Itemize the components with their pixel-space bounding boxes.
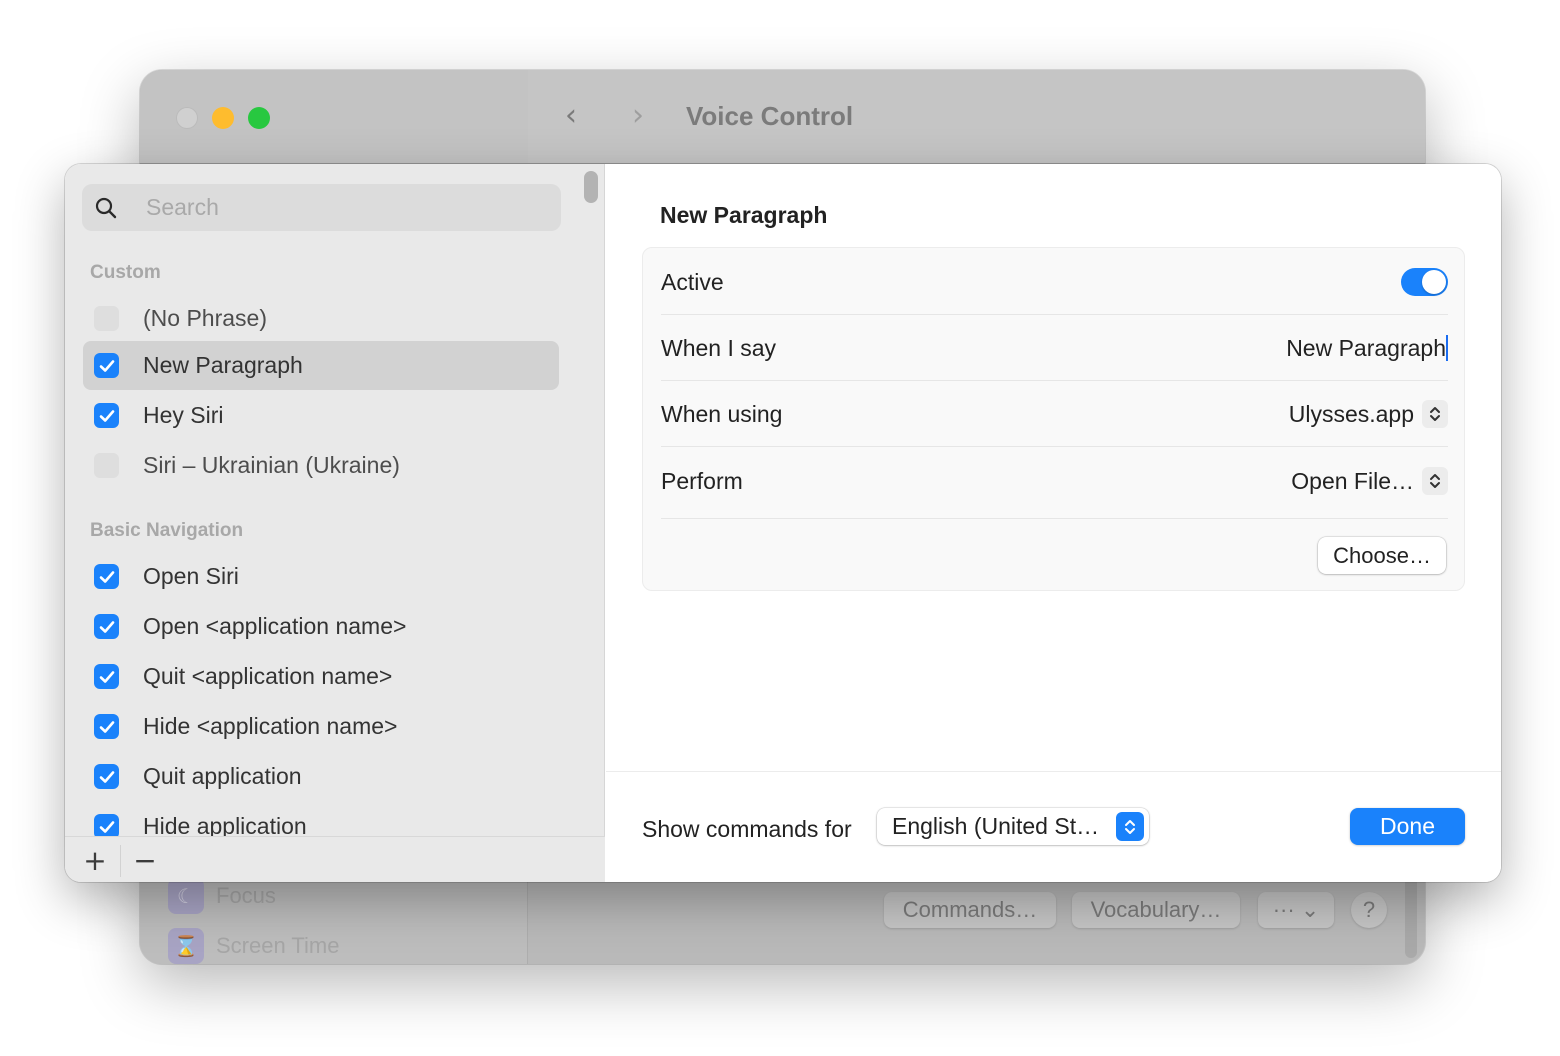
- add-command-button[interactable]: +: [75, 843, 115, 877]
- checkmark-icon: [99, 720, 114, 733]
- list-item[interactable]: Quit <application name>: [83, 652, 559, 701]
- checkbox-unchecked[interactable]: [94, 453, 119, 478]
- when-i-say-field[interactable]: New Paragraph: [1286, 335, 1448, 362]
- up-down-chevron-icon: [1422, 467, 1448, 495]
- checkbox-checked[interactable]: [94, 353, 119, 378]
- active-row: Active: [661, 266, 1448, 298]
- when-using-popup[interactable]: Ulysses.app: [1289, 400, 1448, 428]
- search-input[interactable]: [146, 184, 546, 231]
- window-title: Voice Control: [686, 101, 854, 131]
- list-item[interactable]: Open <application name>: [83, 602, 559, 651]
- checkbox-checked[interactable]: [94, 814, 119, 836]
- commands-list: Custom (No Phrase) New Paragraph Hey Sir…: [65, 248, 605, 836]
- commands-sheet: Custom (No Phrase) New Paragraph Hey Sir…: [65, 164, 1501, 882]
- search-icon: [95, 197, 117, 219]
- list-item[interactable]: Open Siri: [83, 552, 559, 601]
- when-i-say-value[interactable]: New Paragraph: [1286, 335, 1446, 362]
- list-item[interactable]: Hey Siri: [83, 391, 559, 440]
- search-field[interactable]: [82, 184, 561, 231]
- help-button[interactable]: ?: [1351, 892, 1387, 928]
- divider: [661, 314, 1448, 315]
- remove-command-button[interactable]: −: [125, 843, 165, 877]
- when-using-row: When using Ulysses.app: [661, 398, 1448, 430]
- checkbox-checked[interactable]: [94, 403, 119, 428]
- sheet-footer: Show commands for English (United St… Do…: [606, 771, 1501, 882]
- active-toggle[interactable]: [1401, 268, 1448, 296]
- checkmark-icon: [99, 770, 114, 783]
- checkbox-checked[interactable]: [94, 564, 119, 589]
- zoom-button[interactable]: [248, 107, 270, 129]
- checkmark-icon: [99, 359, 114, 372]
- checkmark-icon: [99, 820, 114, 833]
- commands-list-pane: Custom (No Phrase) New Paragraph Hey Sir…: [65, 164, 605, 882]
- up-down-chevron-icon: [1422, 400, 1448, 428]
- show-commands-label: Show commands for: [642, 816, 852, 842]
- moon-icon: ☾: [168, 878, 204, 914]
- vocabulary-button[interactable]: Vocabulary…: [1072, 892, 1240, 928]
- back-chevron-icon[interactable]: ‹: [565, 98, 577, 133]
- sidebar-item-focus[interactable]: ☾ Focus: [168, 876, 276, 916]
- checkbox-checked[interactable]: [94, 614, 119, 639]
- checkbox-unchecked[interactable]: [94, 306, 119, 331]
- list-item-selected[interactable]: New Paragraph: [83, 341, 559, 390]
- close-button[interactable]: [176, 107, 198, 129]
- list-item[interactable]: Hide <application name>: [83, 702, 559, 751]
- checkmark-icon: [99, 570, 114, 583]
- section-header-custom: Custom: [90, 262, 161, 283]
- window-titlebar: [528, 70, 1425, 164]
- more-options-button[interactable]: ··· ⌄: [1258, 892, 1334, 928]
- checkmark-icon: [99, 620, 114, 633]
- checkmark-icon: [99, 409, 114, 422]
- forward-chevron-icon[interactable]: ›: [632, 98, 644, 133]
- list-item[interactable]: Siri – Ukrainian (Ukraine): [83, 441, 559, 490]
- minimize-button[interactable]: [212, 107, 234, 129]
- command-settings-card: Active When I say New Paragraph When usi…: [642, 247, 1465, 591]
- command-detail-pane: New Paragraph Active When I say New Para…: [606, 164, 1501, 882]
- perform-row: Perform Open File…: [661, 465, 1448, 497]
- detail-title: New Paragraph: [660, 202, 828, 228]
- up-down-chevron-icon: [1116, 812, 1144, 841]
- when-i-say-row: When I say New Paragraph: [661, 334, 1448, 362]
- divider: [661, 518, 1448, 519]
- list-item[interactable]: Hide application: [83, 802, 559, 836]
- section-header-basic-navigation: Basic Navigation: [90, 520, 244, 541]
- checkbox-checked[interactable]: [94, 714, 119, 739]
- list-scrollbar[interactable]: [584, 171, 598, 203]
- list-item[interactable]: (No Phrase): [83, 294, 559, 343]
- list-item[interactable]: Quit application: [83, 752, 559, 801]
- perform-popup[interactable]: Open File…: [1291, 467, 1448, 495]
- hourglass-icon: ⌛: [168, 928, 204, 964]
- checkbox-checked[interactable]: [94, 764, 119, 789]
- text-caret: [1446, 335, 1448, 361]
- divider: [120, 845, 121, 877]
- done-button[interactable]: Done: [1350, 808, 1465, 845]
- commands-button[interactable]: Commands…: [884, 892, 1056, 928]
- toggle-knob: [1422, 270, 1446, 294]
- divider: [661, 380, 1448, 381]
- choose-button[interactable]: Choose…: [1318, 537, 1446, 574]
- checkmark-icon: [99, 670, 114, 683]
- list-footer: + −: [65, 836, 605, 882]
- divider: [661, 446, 1448, 447]
- checkbox-checked[interactable]: [94, 664, 119, 689]
- language-popup[interactable]: English (United St…: [877, 808, 1149, 845]
- sidebar-item-screen-time[interactable]: ⌛ Screen Time: [168, 926, 340, 964]
- window-titlebar-left: [140, 70, 528, 164]
